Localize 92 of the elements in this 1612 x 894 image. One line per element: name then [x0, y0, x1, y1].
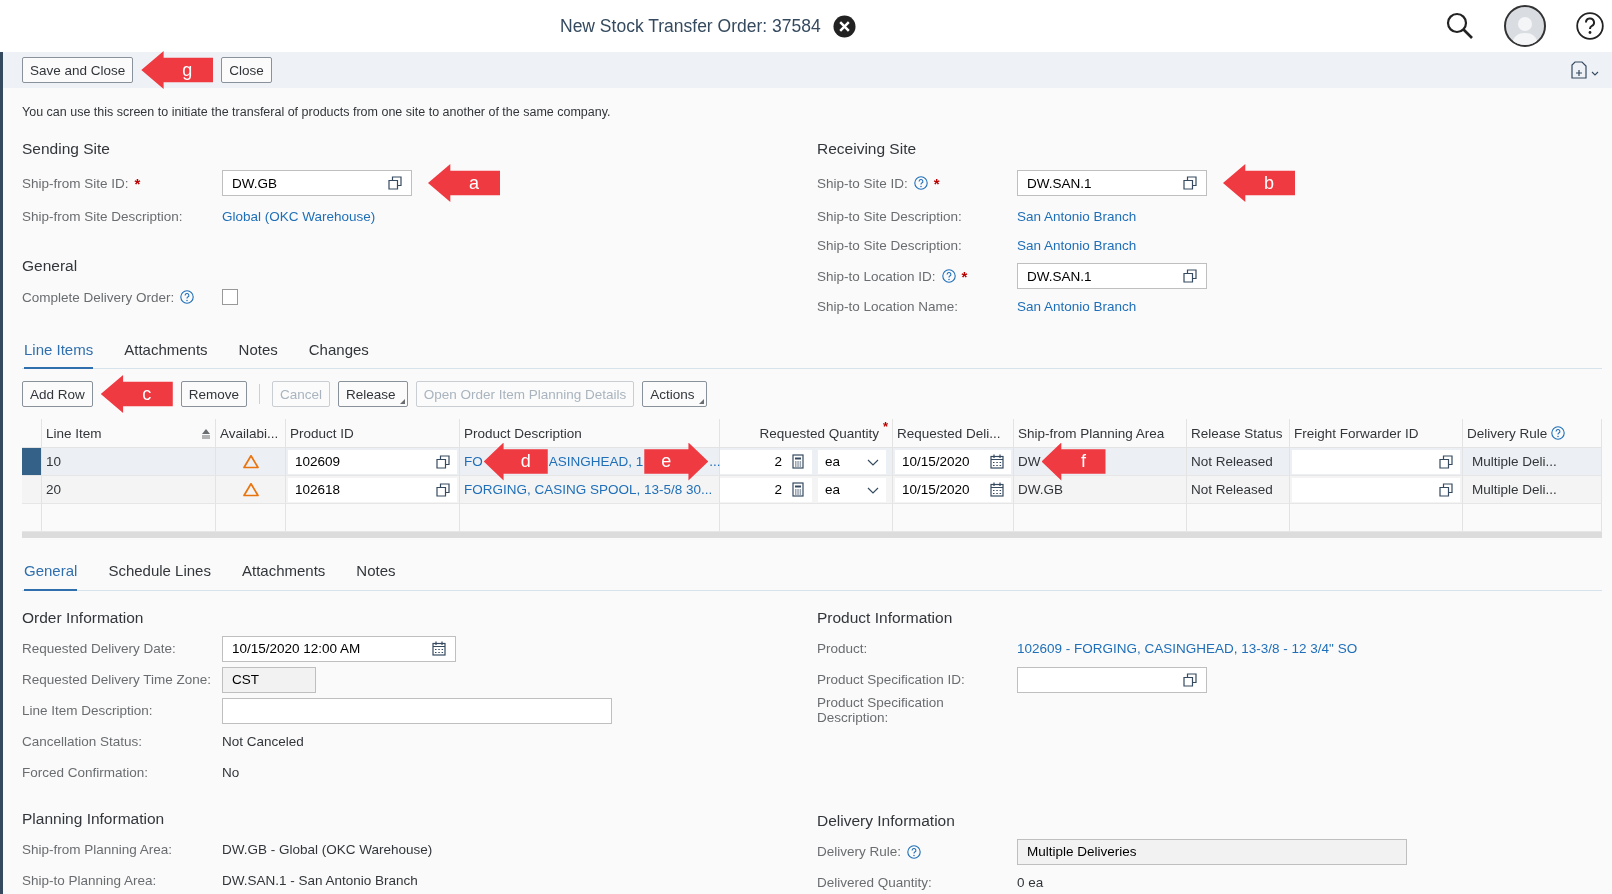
- field-label: Ship-to Planning Area:: [22, 873, 157, 888]
- section-title: Product Information: [817, 608, 954, 628]
- required-asterisk: *: [134, 174, 141, 192]
- field-value: DW.SAN.1 - San Antonio Branch: [222, 873, 418, 888]
- tab[interactable]: Attachments: [241, 551, 326, 591]
- field-label: Ship-to Site Description:: [817, 209, 962, 224]
- column-header: Requested Quantity: [759, 425, 879, 441]
- field-label: Requested Delivery Time Zone:: [22, 672, 212, 687]
- tab[interactable]: Attachments: [124, 331, 208, 369]
- column-header: Availabi...: [220, 425, 279, 441]
- field-label: Delivered Quantity:: [817, 875, 932, 890]
- table-cell: Multiple Deli...: [1472, 454, 1557, 469]
- section-title: General: [22, 256, 79, 276]
- table-cell: DW: [1018, 454, 1041, 469]
- display-field: Multiple Deliveries: [1017, 838, 1407, 865]
- table-cell: 20: [46, 482, 62, 497]
- field-label: Delivery Rule:: [817, 844, 902, 859]
- input-field[interactable]: 2: [720, 477, 812, 502]
- table-cell: Not Released: [1191, 454, 1273, 469]
- field-value: 0 ea: [1017, 875, 1044, 890]
- field-label: Product Specification Description:: [817, 695, 945, 725]
- product-link[interactable]: ...: [709, 454, 721, 469]
- field-label: Ship-to Location ID:: [817, 268, 936, 284]
- column-header: Requested Deli...: [897, 425, 1001, 441]
- link[interactable]: San Antonio Branch: [1017, 238, 1137, 253]
- field-label: Ship-to Site ID:: [817, 175, 908, 191]
- column-header: Line Item: [46, 425, 102, 441]
- date-field[interactable]: 10/15/2020: [895, 477, 1011, 502]
- field-label: Ship-from Planning Area:: [22, 842, 173, 857]
- date-field[interactable]: 10/15/2020 12:00 AM: [222, 635, 456, 662]
- section-title: Sending Site: [22, 139, 111, 159]
- table-cell: 10: [46, 454, 62, 469]
- required-asterisk: *: [882, 419, 888, 434]
- table-cell: Not Released: [1191, 482, 1273, 497]
- input-field[interactable]: 102609: [288, 449, 457, 474]
- field-label: Product:: [817, 641, 868, 656]
- field-label: Line Item Description:: [22, 703, 153, 718]
- dropdown[interactable]: ea: [818, 477, 886, 502]
- display-field: CST: [222, 666, 316, 693]
- toolbar-button[interactable]: Remove: [180, 381, 248, 407]
- link[interactable]: 102609 - FORGING, CASINGHEAD, 13-3/8 - 12 3/4" SO: [1017, 641, 1358, 656]
- section-title: Delivery Information: [817, 811, 956, 831]
- column-header: Ship-from Planning Area: [1018, 425, 1165, 441]
- required-asterisk: *: [961, 267, 968, 285]
- input-field[interactable]: 102618: [288, 477, 457, 502]
- tab[interactable]: Changes: [308, 331, 369, 369]
- column-header: Freight Forwarder ID: [1294, 425, 1419, 441]
- dropdown[interactable]: ea: [818, 449, 886, 474]
- column-header: Release Status: [1191, 425, 1283, 441]
- date-field[interactable]: 10/15/2020: [895, 449, 1011, 474]
- tab[interactable]: Notes: [238, 331, 278, 369]
- window-title: New Stock Transfer Order: 37584: [560, 15, 821, 37]
- table-cell: DW.GB: [1018, 482, 1063, 497]
- field-value: DW.GB - Global (OKC Warehouse): [222, 842, 433, 857]
- value-help-field[interactable]: DW.SAN.1: [1017, 263, 1207, 289]
- column-header: Product ID: [290, 425, 354, 441]
- field-label: Forced Confirmation:: [22, 765, 149, 780]
- section-title: Order Information: [22, 608, 145, 628]
- field-label: Requested Delivery Date:: [22, 641, 176, 656]
- field-label: Cancellation Status:: [22, 734, 143, 749]
- toolbar-button[interactable]: Release: [338, 381, 408, 407]
- field-label: Product Specification ID:: [817, 672, 965, 687]
- tab[interactable]: Line Items: [24, 331, 94, 369]
- required-asterisk: *: [933, 174, 940, 192]
- field-label: Ship-from Site ID:: [22, 175, 129, 191]
- field-value: No: [222, 765, 240, 780]
- tab[interactable]: Schedule Lines: [108, 551, 211, 591]
- link[interactable]: San Antonio Branch: [1017, 299, 1137, 314]
- field-label: Ship-to Site Description:: [817, 238, 962, 253]
- tab[interactable]: General: [24, 551, 78, 591]
- value-help-field[interactable]: DW.GB: [222, 170, 412, 196]
- section-title: Receiving Site: [817, 139, 918, 159]
- product-link[interactable]: FO: [464, 454, 483, 469]
- section-title: Planning Information: [22, 809, 166, 829]
- field-label: Ship-to Location Name:: [817, 299, 959, 314]
- tab[interactable]: Notes: [356, 551, 396, 591]
- input-field[interactable]: 2: [720, 449, 812, 474]
- field-label: Complete Delivery Order:: [22, 289, 175, 305]
- value-help-field[interactable]: DW.SAN.1: [1017, 170, 1207, 196]
- column-header: Delivery Rule: [1467, 425, 1548, 441]
- table-cell: Multiple Deli...: [1472, 482, 1557, 497]
- link[interactable]: Global (OKC Warehouse): [222, 209, 376, 224]
- toolbar-button[interactable]: Add Row: [22, 381, 93, 407]
- close-button[interactable]: Close: [221, 57, 272, 83]
- toolbar-button[interactable]: Actions: [642, 381, 707, 407]
- save-and-close-button[interactable]: Save and Close: [22, 57, 134, 83]
- intro-text: You can use this screen to initiate the transferal of products from one site to another of the same company.: [22, 104, 612, 121]
- column-header: Product Description: [464, 425, 582, 441]
- field-label: Ship-from Site Description:: [22, 209, 183, 224]
- field-value: Not Canceled: [222, 734, 304, 749]
- product-link[interactable]: ASINGHEAD, 1: [548, 454, 644, 469]
- link[interactable]: San Antonio Branch: [1017, 209, 1137, 224]
